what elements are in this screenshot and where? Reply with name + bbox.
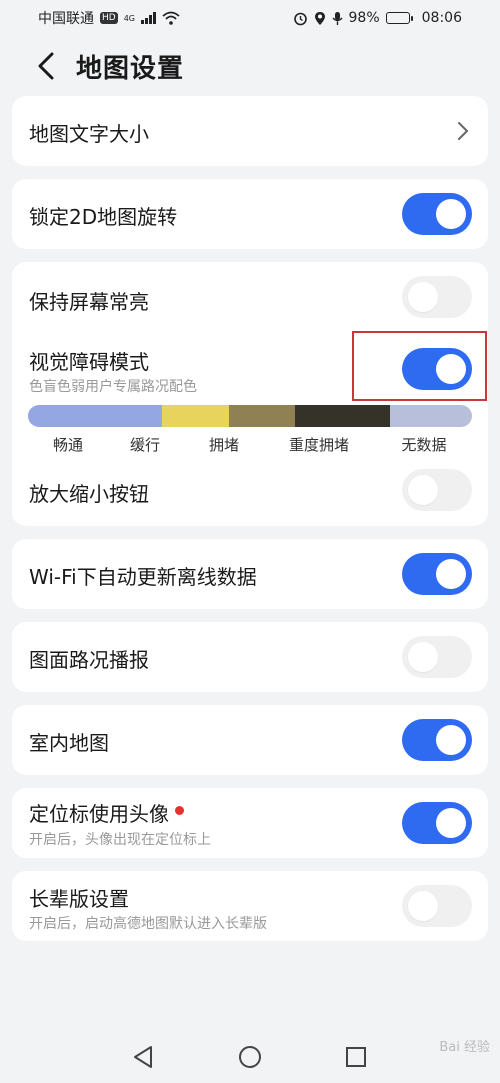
elder-mode-label: 长辈版设置: [29, 887, 129, 911]
nav-home-button[interactable]: [235, 1042, 265, 1072]
toggle-knob: [436, 559, 466, 589]
keep-screen-on-label: 保持屏幕常亮: [29, 290, 149, 314]
legend-swatch-smooth: [28, 405, 162, 427]
alarm-icon: [293, 12, 307, 25]
circle-home-icon: [239, 1046, 261, 1068]
avatar-marker-label: 定位标使用头像: [29, 802, 169, 826]
indoor-map-toggle[interactable]: [402, 719, 472, 761]
elder-mode-toggle[interactable]: [402, 885, 472, 927]
status-bar: 中国联通 HD 4G 98% 08:06: [0, 0, 500, 36]
avatar-marker-label-wrap: 定位标使用头像: [29, 798, 184, 827]
card-indoor-map: 室内地图: [12, 705, 488, 775]
avatar-marker-subtitle: 开启后，头像出现在定位标上: [29, 832, 211, 848]
lock-2d-label: 锁定2D地图旋转: [29, 205, 178, 229]
toggle-knob: [408, 642, 438, 672]
status-bar-left: 中国联通 HD 4G: [38, 8, 180, 28]
hd-badge: HD: [100, 12, 118, 24]
lock-2d-toggle[interactable]: [402, 193, 472, 235]
toggle-knob: [408, 891, 438, 921]
toggle-knob: [408, 282, 438, 312]
indoor-map-label: 室内地图: [29, 731, 109, 755]
traffic-broadcast-toggle[interactable]: [402, 636, 472, 678]
carrier-name: 中国联通: [38, 11, 94, 27]
network-type: 4G: [123, 13, 135, 23]
signal-icon: [141, 12, 156, 24]
zoom-buttons-label: 放大缩小按钮: [29, 482, 149, 506]
system-nav-bar: [0, 1030, 500, 1083]
traffic-legend-labels: 畅通 缓行 拥堵 重度拥堵 无数据: [28, 434, 472, 454]
card-avatar-marker: 定位标使用头像 开启后，头像出现在定位标上: [12, 788, 488, 858]
traffic-broadcast-label: 图面路况播报: [29, 648, 149, 672]
row-text-size[interactable]: 地图文字大小: [12, 96, 488, 166]
chevron-right-icon: [458, 122, 468, 140]
highlight-annotation-box: [352, 331, 487, 401]
card-lock-2d: 锁定2D地图旋转: [12, 179, 488, 249]
legend-swatch-slow: [161, 405, 229, 427]
clock: 08:06: [421, 10, 462, 26]
traffic-legend-bar: [28, 405, 472, 427]
new-badge-dot: [175, 806, 184, 815]
location-icon: [314, 11, 325, 25]
legend-label: 重度拥堵: [288, 436, 350, 454]
card-text-size: 地图文字大小: [12, 96, 488, 166]
header: 地图设置: [0, 44, 500, 88]
page-title: 地图设置: [76, 53, 185, 84]
legend-label: 缓行: [129, 436, 161, 454]
back-arrow-icon: [38, 52, 54, 80]
battery-icon: [385, 12, 413, 24]
card-wifi-update: Wi-Fi下自动更新离线数据: [12, 539, 488, 609]
legend-label: 畅通: [52, 436, 84, 454]
microphone-icon: [331, 11, 343, 25]
visual-impairment-label: 视觉障碍模式: [29, 350, 149, 374]
toggle-knob: [436, 199, 466, 229]
toggle-knob: [436, 808, 466, 838]
battery-percent: 98%: [348, 10, 380, 26]
visual-impairment-subtitle: 色盲色弱用户专属路况配色: [29, 379, 197, 395]
legend-label: 无数据: [401, 436, 447, 454]
watermark: Bai 经验: [439, 1040, 490, 1055]
triangle-back-icon: [134, 1046, 152, 1068]
square-recents-icon: [346, 1047, 366, 1067]
keep-screen-on-toggle[interactable]: [402, 276, 472, 318]
legend-label: 拥堵: [208, 436, 240, 454]
elder-mode-subtitle: 开启后，启动高德地图默认进入长辈版: [29, 916, 267, 932]
back-button[interactable]: [24, 44, 68, 88]
card-elder-mode: 长辈版设置 开启后，启动高德地图默认进入长辈版: [12, 871, 488, 941]
wifi-update-label: Wi-Fi下自动更新离线数据: [29, 565, 257, 589]
toggle-knob: [436, 725, 466, 755]
avatar-marker-toggle[interactable]: [402, 802, 472, 844]
nav-back-button[interactable]: [128, 1042, 158, 1072]
card-traffic-broadcast: 图面路况播报: [12, 622, 488, 692]
legend-swatch-nodata: [389, 405, 472, 427]
text-size-label: 地图文字大小: [29, 122, 149, 146]
nav-recents-button[interactable]: [341, 1042, 371, 1072]
legend-swatch-heavy: [294, 405, 390, 427]
status-bar-right: 98% 08:06: [293, 10, 462, 26]
wifi-icon: [162, 11, 180, 25]
legend-swatch-congested: [228, 405, 295, 427]
toggle-knob: [408, 475, 438, 505]
wifi-update-toggle[interactable]: [402, 553, 472, 595]
zoom-buttons-toggle[interactable]: [402, 469, 472, 511]
